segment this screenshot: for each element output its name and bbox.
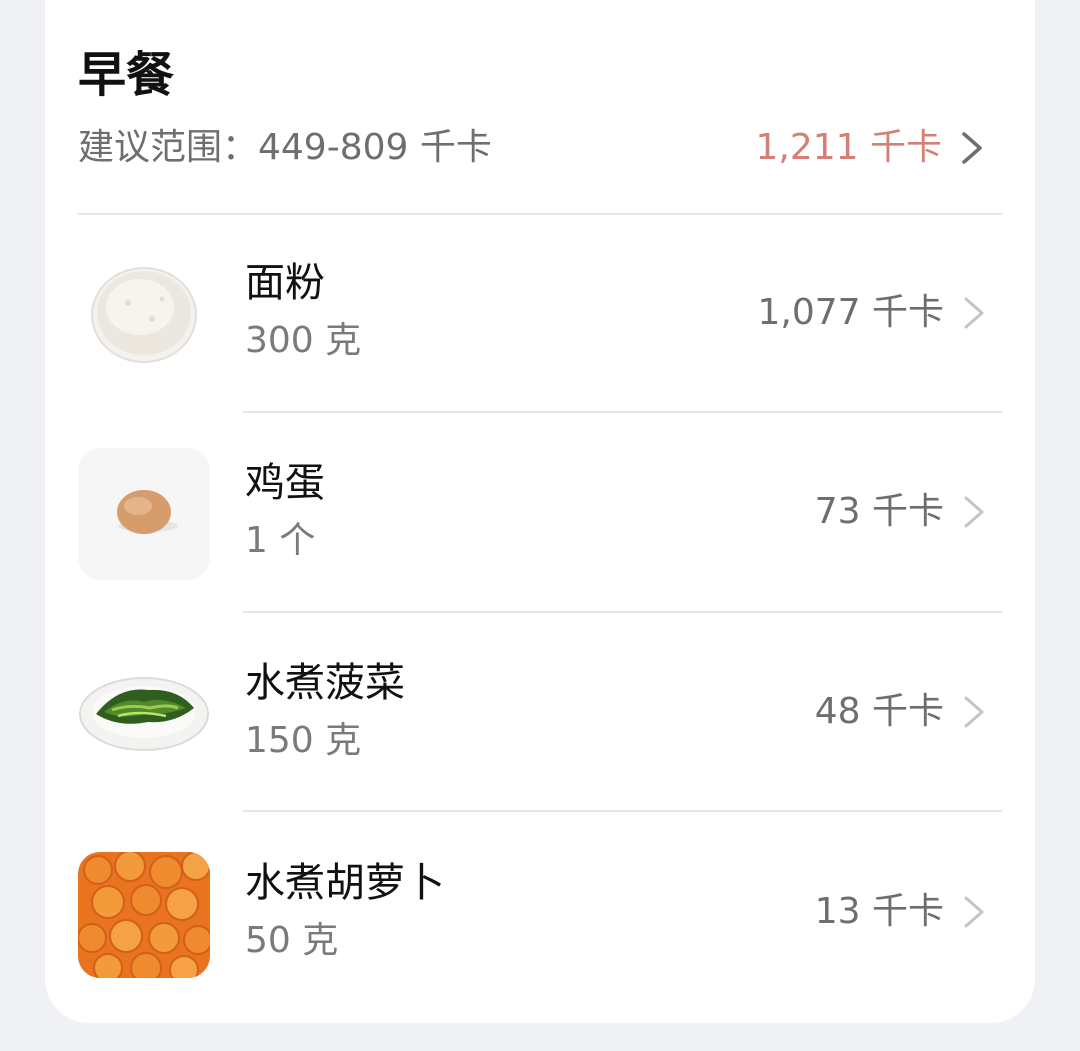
flour-bowl-image: [78, 247, 210, 379]
chevron-right-icon: [964, 496, 984, 528]
chevron-right-icon: [962, 132, 982, 164]
meal-total-kcal: 1,211 千卡: [755, 127, 942, 168]
chevron-right-icon: [964, 896, 984, 928]
food-kcal: 1,077 千卡: [757, 287, 990, 339]
food-kcal-value: 13 千卡: [814, 891, 944, 932]
carrot-slices-image: [78, 852, 210, 978]
suggested-range-label: 建议范围：449-809 千卡: [78, 127, 492, 168]
meal-title: 早餐: [78, 47, 175, 103]
food-item-egg[interactable]: 鸡蛋 1 个 73 千卡: [45, 413, 1035, 613]
food-kcal: 13 千卡: [815, 886, 990, 938]
food-name: 面粉: [245, 260, 325, 306]
food-kcal: 73 千卡: [815, 486, 990, 538]
food-kcal-value: 48 千卡: [814, 691, 944, 732]
food-amount: 1 个: [245, 520, 316, 561]
meal-summary-row: 建议范围：449-809 千卡 1,211 千卡: [78, 122, 988, 174]
chevron-right-icon: [964, 696, 984, 728]
food-kcal: 48 千卡: [815, 686, 990, 738]
meal-total-kcal-button[interactable]: 1,211 千卡: [755, 122, 988, 174]
food-item-flour[interactable]: 面粉 300 克 1,077 千卡: [45, 215, 1035, 415]
food-kcal-value: 1,077 千卡: [757, 292, 944, 333]
food-amount: 300 克: [245, 320, 362, 361]
food-item-carrot[interactable]: 水煮胡萝卜 50 克 13 千卡: [45, 812, 1035, 1012]
chevron-right-icon: [964, 297, 984, 329]
egg-image: [78, 448, 210, 580]
food-name: 水煮胡萝卜: [245, 860, 445, 906]
food-kcal-value: 73 千卡: [814, 491, 944, 532]
food-amount: 50 克: [245, 920, 339, 961]
food-amount: 150 克: [245, 720, 362, 761]
food-item-spinach[interactable]: 水煮菠菜 150 克 48 千卡: [45, 613, 1035, 813]
food-name: 鸡蛋: [245, 460, 325, 506]
spinach-plate-image: [78, 646, 210, 778]
food-name: 水煮菠菜: [245, 660, 405, 706]
